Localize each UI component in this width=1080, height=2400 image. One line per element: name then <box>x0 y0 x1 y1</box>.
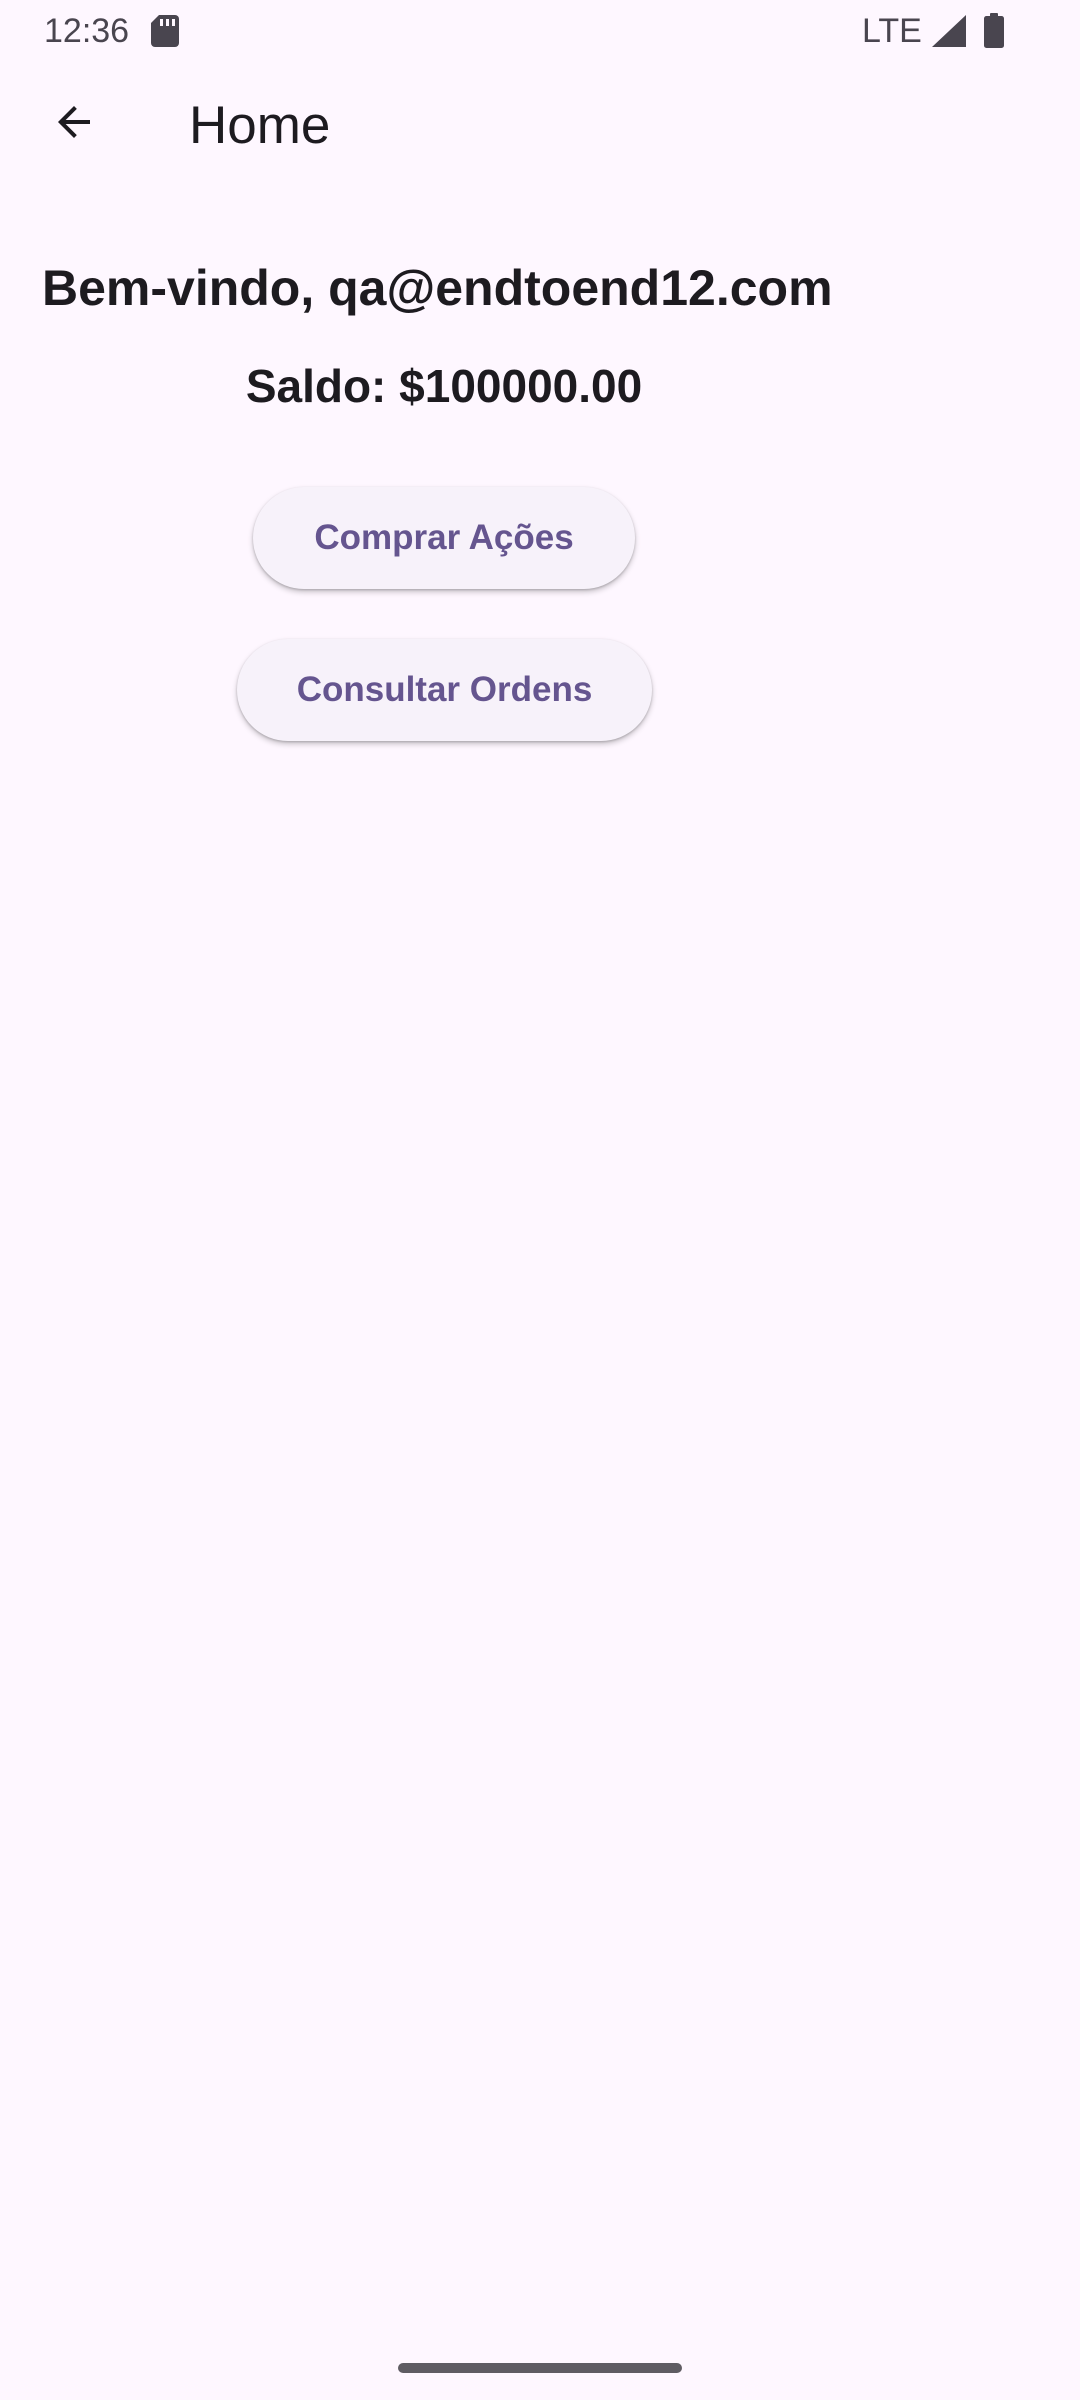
view-orders-button[interactable]: Consultar Ordens <box>237 639 652 741</box>
page-title: Home <box>189 96 331 155</box>
status-bar: 12:36 LTE <box>0 0 1080 62</box>
sd-card-icon <box>151 15 179 47</box>
buy-stocks-button[interactable]: Comprar Ações <box>253 487 635 589</box>
battery-icon <box>984 13 1004 48</box>
buy-stocks-label: Comprar Ações <box>314 518 574 557</box>
arrow-back-icon <box>58 106 90 138</box>
home-screen: 12:36 LTE Home Bem-vindo, qa@endtoend12.… <box>0 0 1080 2400</box>
balance-text: Saldo: $100000.00 <box>245 360 643 412</box>
gesture-nav-handle[interactable] <box>398 2363 682 2373</box>
back-button[interactable] <box>26 74 122 170</box>
network-type-label: LTE <box>862 12 922 50</box>
top-app-bar: Home <box>0 62 1080 210</box>
view-orders-label: Consultar Ordens <box>296 670 593 709</box>
signal-icon <box>932 15 966 47</box>
welcome-text: Bem-vindo, qa@endtoend12.com <box>42 260 833 316</box>
status-time: 12:36 <box>44 12 130 50</box>
